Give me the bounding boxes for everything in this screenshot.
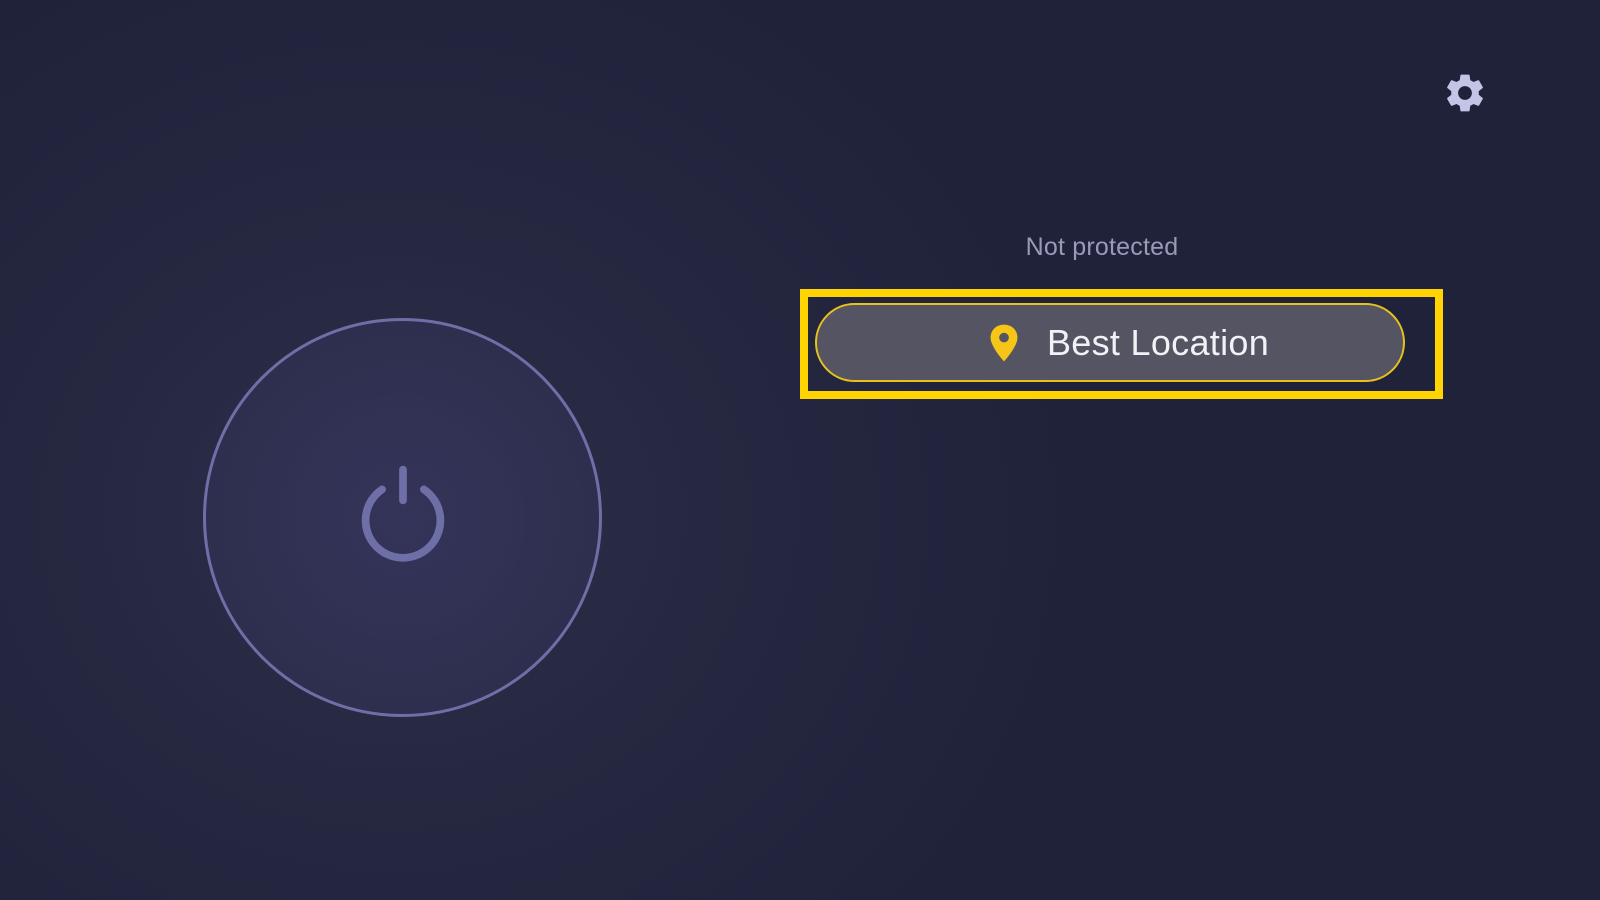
map-pin-icon — [987, 323, 1021, 363]
location-label: Best Location — [1046, 321, 1270, 363]
vpn-home-screen: Not protected Best Location — [0, 0, 1600, 900]
power-button[interactable] — [203, 318, 602, 717]
location-selector-button[interactable]: Best Location — [815, 303, 1405, 382]
settings-button[interactable] — [1440, 68, 1490, 118]
connection-status-text: Not protected — [1025, 233, 1179, 261]
gear-icon — [1442, 70, 1488, 116]
power-icon — [348, 463, 458, 573]
